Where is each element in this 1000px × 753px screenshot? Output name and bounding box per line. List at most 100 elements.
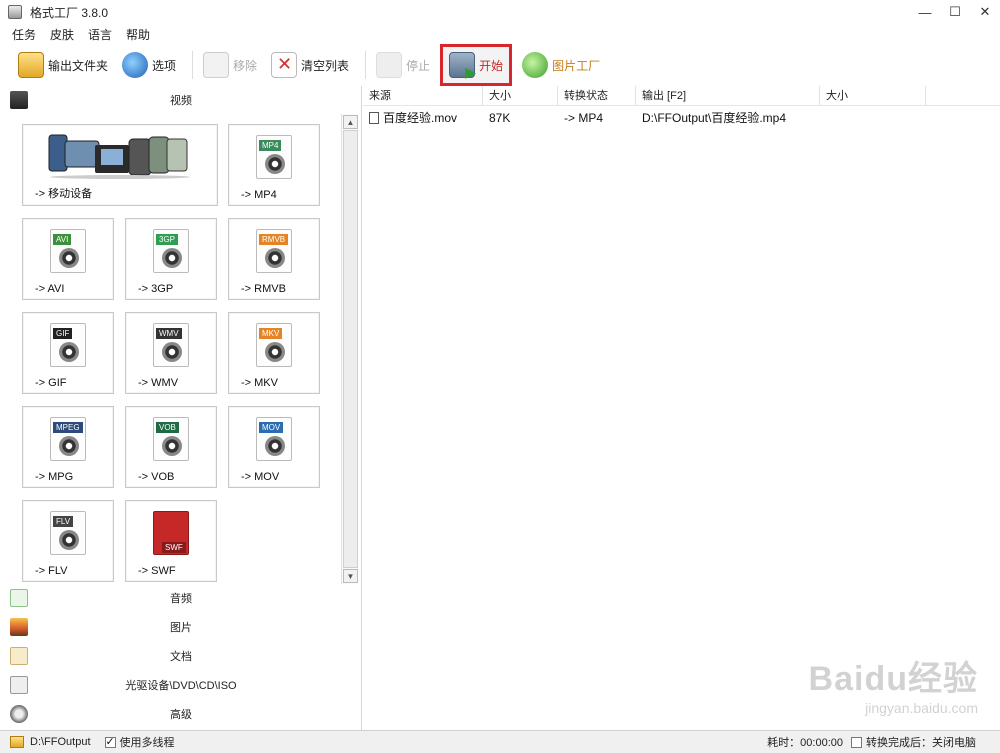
- rmvb-icon: RMVB: [256, 229, 292, 273]
- table-row[interactable]: 百度经验.mov 87K -> MP4 D:\FFOutput\百度经验.mp4: [363, 108, 926, 128]
- tile-label: -> GIF: [35, 377, 67, 389]
- advanced-category-icon: [10, 705, 28, 723]
- vob-tag: VOB: [156, 422, 179, 433]
- tile-label: -> MOV: [241, 471, 280, 483]
- mov-tag: MOV: [259, 422, 284, 433]
- tile-mp4[interactable]: MP4 -> MP4: [228, 124, 320, 206]
- mov-icon: MOV: [256, 417, 292, 461]
- clear-list-button[interactable]: 清空列表: [267, 49, 353, 81]
- category-document[interactable]: 文档: [0, 642, 362, 670]
- remove-button[interactable]: 移除: [199, 49, 261, 81]
- mp4-icon: MP4: [256, 135, 292, 179]
- tile-wmv[interactable]: WMV -> WMV: [125, 312, 217, 394]
- title-bar: 格式工厂 3.8.0 — ☐ ✕: [0, 0, 1000, 24]
- options-icon: [122, 52, 149, 78]
- close-button[interactable]: ✕: [970, 0, 1000, 24]
- window-title: 格式工厂 3.8.0: [30, 5, 109, 20]
- output-folder-label: 输出文件夹: [48, 58, 109, 73]
- tile-label: -> FLV: [35, 565, 68, 577]
- menu-language[interactable]: 语言: [88, 26, 112, 43]
- output-path[interactable]: D:\FFOutput: [30, 736, 91, 748]
- file-icon: [369, 112, 379, 124]
- menu-help[interactable]: 帮助: [126, 26, 150, 43]
- menu-skin[interactable]: 皮肤: [50, 26, 74, 43]
- swf-tag: SWF: [162, 542, 186, 553]
- picture-factory-label: 图片工厂: [552, 58, 601, 73]
- toolbar: 输出文件夹 选项 移除 清空列表 停止 开始 图片工厂: [0, 44, 1000, 86]
- minimize-button[interactable]: —: [910, 0, 940, 24]
- status-bar: D:\FFOutput 使用多线程 耗时：00:00:00 转换完成后：关闭电脑: [0, 730, 1000, 753]
- folder-icon[interactable]: [10, 736, 24, 748]
- tile-avi[interactable]: AVI -> AVI: [22, 218, 114, 300]
- gif-icon: GIF: [50, 323, 86, 367]
- 3gp-icon: 3GP: [153, 229, 189, 273]
- tile-label: -> 移动设备: [35, 188, 93, 200]
- start-button-inner: 开始: [449, 49, 503, 81]
- tile-3gp[interactable]: 3GP -> 3GP: [125, 218, 217, 300]
- after-complete-checkbox[interactable]: [851, 736, 862, 748]
- picture-factory-button[interactable]: 图片工厂: [518, 49, 604, 81]
- tile-mov[interactable]: MOV -> MOV: [228, 406, 320, 488]
- tile-vob[interactable]: VOB -> VOB: [125, 406, 217, 488]
- rmvb-tag: RMVB: [259, 234, 289, 245]
- tile-mobile-device[interactable]: -> 移动设备: [22, 124, 218, 206]
- multithread-checkbox[interactable]: [104, 735, 116, 748]
- menu-task[interactable]: 任务: [12, 26, 36, 43]
- scroll-down-icon[interactable]: ▼: [343, 569, 358, 583]
- column-output[interactable]: 输出 [F2]: [636, 86, 820, 106]
- start-icon: [449, 52, 476, 81]
- category-advanced[interactable]: 高级: [0, 700, 362, 728]
- column-output-size[interactable]: 大小: [820, 86, 926, 106]
- stop-icon: [376, 52, 403, 78]
- category-audio[interactable]: 音频: [0, 584, 362, 612]
- avi-icon: AVI: [50, 229, 86, 273]
- vob-icon: VOB: [153, 417, 189, 461]
- clear-list-label: 清空列表: [301, 58, 350, 73]
- mkv-icon: MKV: [256, 323, 292, 367]
- tile-mkv[interactable]: MKV -> MKV: [228, 312, 320, 394]
- tile-swf[interactable]: SWF -> SWF: [125, 500, 217, 582]
- tile-mpg[interactable]: MPEG -> MPG: [22, 406, 114, 488]
- category-image[interactable]: 图片: [0, 613, 362, 641]
- category-panel: 视频 -> 移动设备 MP4 -> MP4 AVI -> AVI 3GP -> …: [0, 86, 362, 730]
- column-status[interactable]: 转换状态: [558, 86, 636, 106]
- tile-label: -> AVI: [35, 283, 65, 295]
- cell-output-size: [820, 108, 926, 128]
- column-source[interactable]: 来源: [363, 86, 483, 106]
- menu-bar: 任务 皮肤 语言 帮助: [0, 24, 164, 44]
- scroll-thumb[interactable]: [343, 130, 358, 568]
- film-reel-icon: [265, 342, 285, 362]
- tile-flv[interactable]: FLV -> FLV: [22, 500, 114, 582]
- stop-button[interactable]: 停止: [372, 49, 434, 81]
- tile-label: -> 3GP: [138, 283, 174, 295]
- tile-rmvb[interactable]: RMVB -> RMVB: [228, 218, 320, 300]
- output-folder-button[interactable]: 输出文件夹: [14, 49, 112, 81]
- category-scrollbar[interactable]: ▲ ▼: [341, 114, 358, 584]
- options-button[interactable]: 选项: [118, 49, 180, 81]
- options-label: 选项: [152, 58, 177, 73]
- category-audio-label: 音频: [170, 593, 192, 605]
- app-icon: [8, 5, 22, 19]
- category-disc[interactable]: 光驱设备\DVD\CD\ISO: [0, 671, 362, 699]
- start-button[interactable]: 开始: [440, 44, 513, 86]
- tile-gif[interactable]: GIF -> GIF: [22, 312, 114, 394]
- scroll-up-icon[interactable]: ▲: [343, 115, 358, 129]
- film-reel-icon: [162, 248, 182, 268]
- film-reel-icon: [59, 436, 79, 456]
- after-complete-label: 转换完成后：关闭电脑: [866, 737, 976, 749]
- folder-icon: [18, 52, 44, 78]
- tile-label: -> WMV: [138, 377, 179, 389]
- category-video-label: 视频: [170, 95, 192, 107]
- category-image-label: 图片: [170, 622, 192, 634]
- column-size[interactable]: 大小: [483, 86, 558, 106]
- category-document-label: 文档: [170, 651, 192, 663]
- film-reel-icon: [162, 342, 182, 362]
- film-reel-icon: [265, 436, 285, 456]
- elapsed-time: 耗时：00:00:00: [767, 737, 843, 749]
- video-format-grid: -> 移动设备 MP4 -> MP4 AVI -> AVI 3GP -> 3GP: [22, 124, 342, 584]
- picture-factory-icon: [522, 52, 549, 78]
- mpg-icon: MPEG: [50, 417, 86, 461]
- category-video[interactable]: 视频: [0, 86, 362, 114]
- maximize-button[interactable]: ☐: [940, 0, 970, 24]
- cell-source: 百度经验.mov: [363, 108, 483, 128]
